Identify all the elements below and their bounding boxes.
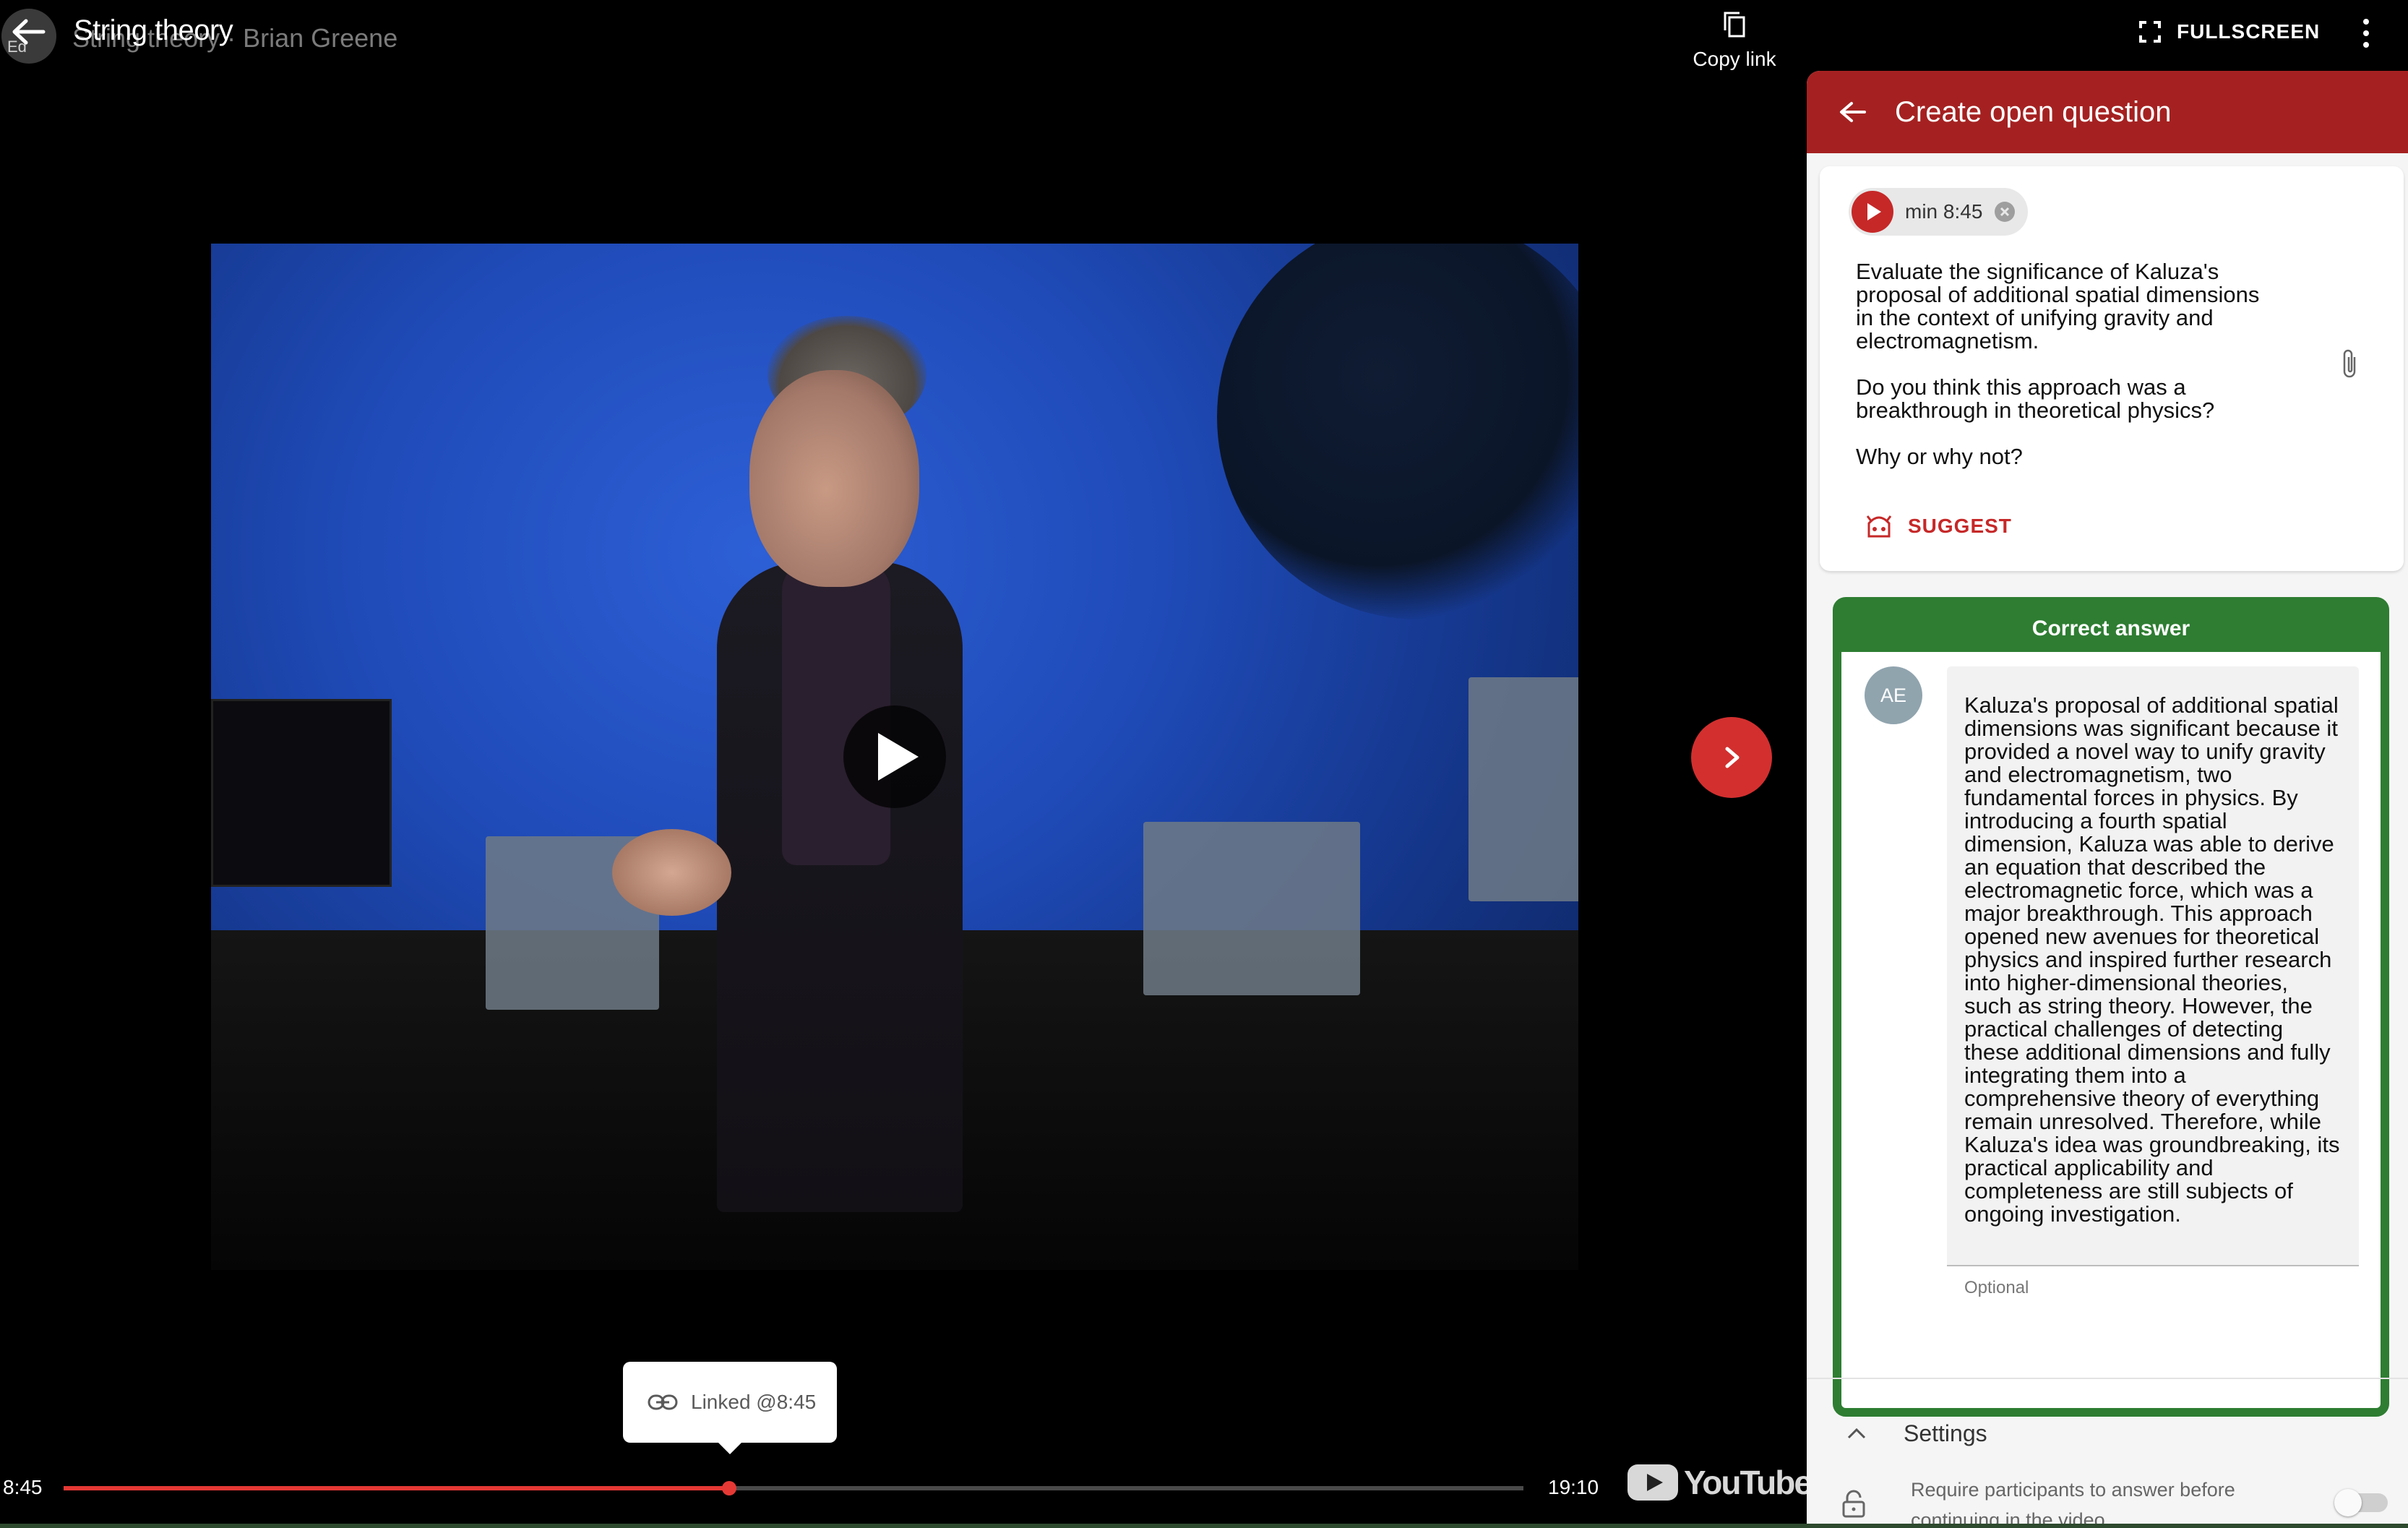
chevron-up-icon [1847,1428,1866,1439]
copy-link-button[interactable]: Copy link [1677,10,1792,71]
settings-label: Settings [1904,1420,1987,1446]
back-arrow-icon[interactable] [10,17,46,46]
robot-icon [1866,515,1892,538]
copy-link-label: Copy link [1693,48,1776,70]
linked-tooltip-label: Linked @8:45 [691,1391,817,1413]
speaker-hands [612,829,731,916]
timestamp-chip[interactable]: min 8:45 [1849,188,2028,236]
question-panel: Create open question min 8:45 Evaluate t… [1807,71,2408,1528]
require-answer-toggle[interactable] [2334,1489,2391,1516]
link-icon [648,1394,678,1410]
linked-tooltip: Linked @8:45 [623,1362,837,1454]
chip-label: min 8:45 [1905,200,1983,223]
toggle-knob [2334,1489,2362,1516]
current-time: 8:45 [3,1476,43,1498]
video-topbar: Ed String theory · Brian Greene String t… [0,0,2369,87]
require-answer-setting: Require participants to answer before co… [1807,1469,2408,1528]
youtube-logo[interactable]: YouTube [1627,1463,1813,1502]
progress-handle[interactable] [722,1481,737,1495]
fullscreen-icon [2139,21,2161,43]
youtube-wordmark: YouTube [1684,1464,1813,1501]
divider [1807,1378,2408,1379]
back-arrow-icon[interactable] [1839,100,1866,124]
answer-optional-hint: Optional [1964,1278,2029,1297]
progress-bar[interactable] [64,1481,1523,1495]
chip-play-button[interactable] [1852,191,1893,233]
question-text[interactable]: Evaluate the significance of Kaluza's pr… [1856,260,2289,468]
fullscreen-label: FULLSCREEN [2177,20,2321,43]
fullscreen-button[interactable]: FULLSCREEN [2139,16,2320,48]
more-vert-icon[interactable] [2357,16,2375,51]
lock-icon [1842,1490,1865,1518]
copy-icon [1724,12,1745,38]
speaker-head [749,370,919,587]
question-card: min 8:45 Evaluate the significance of Ka… [1820,166,2404,571]
youtube-play-icon [1627,1464,1678,1501]
play-icon [1867,203,1881,220]
scene-monitor [211,699,392,887]
panel-header: Create open question [1807,71,2408,153]
correct-answer-card: Correct answer AE Kaluza's proposal of a… [1833,597,2389,1417]
close-circle-icon[interactable] [1994,201,2016,223]
chevron-right-icon [1725,747,1740,768]
bottom-accent-bar [0,1524,2408,1528]
answer-text: Kaluza's proposal of additional spatial … [1964,692,2340,1227]
next-button[interactable] [1691,717,1772,798]
scene-tree [1217,244,1578,619]
settings-toggle[interactable]: Settings [1807,1394,2408,1473]
total-time: 19:10 [1548,1476,1599,1498]
answer-avatar: AE [1865,666,1922,724]
play-button[interactable] [843,705,946,808]
require-answer-label: Require participants to answer before co… [1911,1479,2235,1528]
answer-field[interactable]: Kaluza's proposal of additional spatial … [1947,666,2359,1266]
play-icon [878,733,919,781]
suggest-button[interactable]: SUGGEST [1863,513,2012,539]
correct-answer-header: Correct answer [1841,606,2381,652]
progress-fill [64,1486,730,1490]
video-title: String theory [74,14,233,46]
scene-panel [1143,822,1360,995]
panel-title: Create open question [1895,95,2172,128]
app-root: Ed String theory · Brian Greene String t… [0,0,2408,1528]
scene-panel [1469,677,1578,901]
attach-icon[interactable] [2340,347,2360,382]
suggest-label: SUGGEST [1908,515,2012,537]
